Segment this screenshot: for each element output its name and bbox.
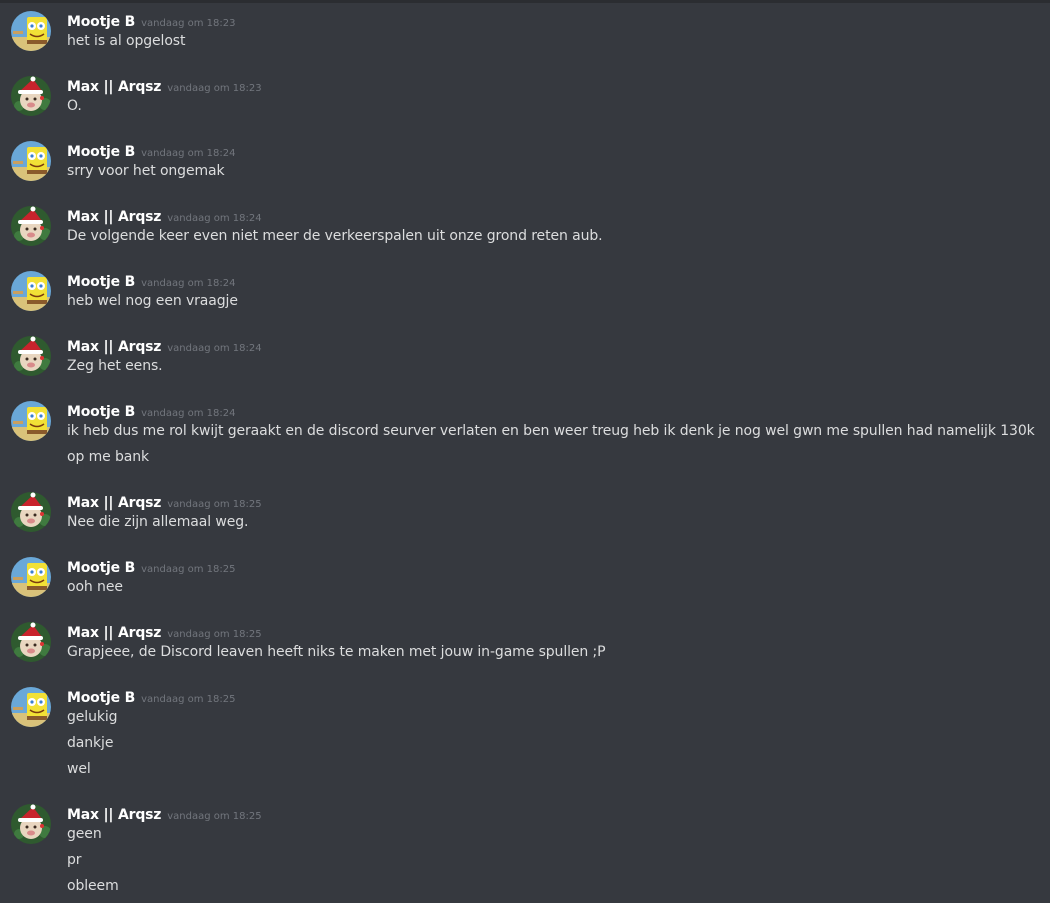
username[interactable]: Mootje B <box>67 274 135 290</box>
message-header: Max || Arqsz vandaag om 18:25 <box>67 804 262 824</box>
timestamp: vandaag om 18:23 <box>167 83 262 94</box>
message-header: Mootje B vandaag om 18:25 <box>67 687 235 707</box>
message-text: het is al opgelost <box>67 33 186 49</box>
timestamp: vandaag om 18:24 <box>167 343 262 354</box>
message-text: Nee die zijn allemaal weg. <box>67 514 249 530</box>
message-text: Zeg het eens. <box>67 358 163 374</box>
santa-hat-avatar-icon[interactable] <box>11 336 51 376</box>
santa-hat-avatar-icon[interactable] <box>11 76 51 116</box>
username[interactable]: Mootje B <box>67 560 135 576</box>
message-text: obleem <box>67 878 119 894</box>
message-text: dankje <box>67 735 114 751</box>
message-text: heb wel nog een vraagje <box>67 293 238 309</box>
message-header: Max || Arqsz vandaag om 18:23 <box>67 76 262 96</box>
username[interactable]: Max || Arqsz <box>67 339 161 355</box>
spongebob-avatar-icon[interactable] <box>11 141 51 181</box>
username[interactable]: Max || Arqsz <box>67 625 161 641</box>
timestamp: vandaag om 18:23 <box>141 18 236 29</box>
spongebob-avatar-icon[interactable] <box>11 687 51 727</box>
timestamp: vandaag om 18:25 <box>141 564 236 575</box>
message-header: Max || Arqsz vandaag om 18:25 <box>67 492 262 512</box>
message-header: Mootje B vandaag om 18:24 <box>67 141 235 161</box>
timestamp: vandaag om 18:24 <box>141 278 236 289</box>
message-text: O. <box>67 98 82 114</box>
spongebob-avatar-icon[interactable] <box>11 271 51 311</box>
message-text: pr <box>67 852 82 868</box>
username[interactable]: Mootje B <box>67 404 135 420</box>
timestamp: vandaag om 18:25 <box>167 499 262 510</box>
santa-hat-avatar-icon[interactable] <box>11 206 51 246</box>
username[interactable]: Max || Arqsz <box>67 209 161 225</box>
message-header: Mootje B vandaag om 18:23 <box>67 11 235 31</box>
username[interactable]: Mootje B <box>67 144 135 160</box>
message-text: De volgende keer even niet meer de verke… <box>67 228 603 244</box>
timestamp: vandaag om 18:24 <box>141 148 236 159</box>
message-text: op me bank <box>67 449 150 465</box>
message-text: gelukig <box>67 709 118 725</box>
message-header: Mootje B vandaag om 18:24 <box>67 271 235 291</box>
timestamp: vandaag om 18:25 <box>141 694 236 705</box>
message-text: Grapjeee, de Discord leaven heeft niks t… <box>67 644 606 660</box>
spongebob-avatar-icon[interactable] <box>11 557 51 597</box>
message-header: Max || Arqsz vandaag om 18:24 <box>67 336 262 356</box>
message-text: ik heb dus me rol kwijt geraakt en de di… <box>67 423 1035 439</box>
timestamp: vandaag om 18:24 <box>167 213 262 224</box>
message-header: Max || Arqsz vandaag om 18:24 <box>67 206 262 226</box>
timestamp: vandaag om 18:25 <box>167 811 262 822</box>
message-text: ooh nee <box>67 579 123 595</box>
message-text: srry voor het ongemak <box>67 163 225 179</box>
username[interactable]: Mootje B <box>67 14 135 30</box>
username[interactable]: Mootje B <box>67 690 135 706</box>
message-header: Max || Arqsz vandaag om 18:25 <box>67 622 262 642</box>
chat-message-list: Mootje B vandaag om 18:23 het is al opgel… <box>0 0 1050 903</box>
spongebob-avatar-icon[interactable] <box>11 11 51 51</box>
message-text: geen <box>67 826 102 842</box>
spongebob-avatar-icon[interactable] <box>11 401 51 441</box>
username[interactable]: Max || Arqsz <box>67 495 161 511</box>
message-text: wel <box>67 761 91 777</box>
santa-hat-avatar-icon[interactable] <box>11 622 51 662</box>
username[interactable]: Max || Arqsz <box>67 79 161 95</box>
santa-hat-avatar-icon[interactable] <box>11 492 51 532</box>
santa-hat-avatar-icon[interactable] <box>11 804 51 844</box>
message-header: Mootje B vandaag om 18:24 <box>67 401 235 421</box>
message-header: Mootje B vandaag om 18:25 <box>67 557 235 577</box>
timestamp: vandaag om 18:24 <box>141 408 236 419</box>
timestamp: vandaag om 18:25 <box>167 629 262 640</box>
username[interactable]: Max || Arqsz <box>67 807 161 823</box>
